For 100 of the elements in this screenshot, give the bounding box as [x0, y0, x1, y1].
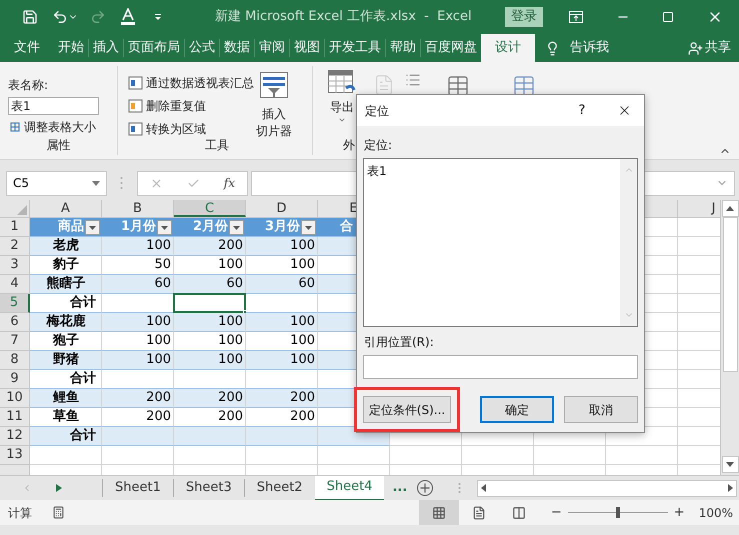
lightbulb-icon: [545, 40, 560, 56]
filter-dropdown-icon[interactable]: [301, 220, 316, 234]
zoom-in-button[interactable]: +: [674, 502, 685, 522]
sheet-tab[interactable]: Sheet4: [314, 476, 384, 500]
dialog-button[interactable]: 确定: [480, 396, 554, 423]
ribbon-tab[interactable]: 审阅: [255, 34, 289, 62]
row-header[interactable]: 13: [0, 446, 30, 465]
ribbon-tab[interactable]: 插入: [89, 34, 123, 62]
tool-command[interactable]: 删除重复值: [128, 97, 254, 115]
column-header[interactable]: D: [246, 200, 318, 217]
scroll-down-icon[interactable]: [726, 462, 734, 467]
save-icon[interactable]: [22, 9, 38, 25]
maximize-icon[interactable]: [662, 11, 674, 23]
scroll-up-icon[interactable]: [726, 206, 734, 211]
insert-slicer-button[interactable]: 插入 切片器: [256, 72, 292, 140]
row-header[interactable]: 4: [0, 275, 30, 294]
row-header[interactable]: 3: [0, 256, 30, 275]
column-header[interactable]: A: [30, 200, 102, 217]
redo-icon: [90, 9, 106, 25]
row-header[interactable]: 1: [0, 218, 30, 237]
row-header[interactable]: 6: [0, 313, 30, 332]
row-header[interactable]: 10: [0, 389, 30, 408]
table-cell: 豹子: [30, 256, 102, 275]
command-label: 删除重复值: [146, 98, 206, 115]
ribbon-tab[interactable]: 视图: [290, 34, 324, 62]
grip-icon[interactable]: [120, 176, 123, 190]
header-cell-text: 1月份: [120, 218, 156, 236]
row-header[interactable]: 5: [0, 294, 30, 313]
ribbon-tab[interactable]: 公式: [185, 34, 219, 62]
zoom-percent[interactable]: 100%: [698, 504, 733, 522]
ribbon-tab[interactable]: 数据: [220, 34, 254, 62]
column-header[interactable]: C: [174, 200, 246, 217]
resize-label: 调整表格大小: [24, 119, 96, 136]
add-sheet-icon[interactable]: [417, 480, 434, 496]
grid-icon: [432, 506, 446, 520]
zoom-out-button[interactable]: −: [550, 502, 562, 522]
mode-status: 计算: [8, 504, 32, 522]
ribbon-tab[interactable]: 文件: [8, 34, 54, 62]
help-button[interactable]: ?: [572, 100, 592, 120]
goto-list[interactable]: 表1: [363, 158, 638, 327]
table-cell: 100: [246, 256, 318, 275]
font-color-icon[interactable]: [120, 8, 136, 26]
table-cell: 50: [102, 256, 174, 275]
filter-dropdown-icon[interactable]: [229, 220, 244, 234]
header-cell-text: 商品: [58, 218, 84, 236]
view-button[interactable]: [418, 500, 459, 525]
table-cell: 老虎: [30, 237, 102, 256]
sheet-tab[interactable]: Sheet1: [103, 476, 173, 500]
dialog-button[interactable]: 取消: [564, 396, 638, 423]
command-icon: [128, 99, 143, 113]
filter-dropdown-icon[interactable]: [157, 220, 172, 234]
table-cell: 100: [246, 237, 318, 256]
horizontal-scrollbar[interactable]: [477, 480, 738, 496]
ribbon-tab[interactable]: 页面布局: [124, 34, 184, 62]
undo-icon[interactable]: [52, 9, 68, 25]
ribbon-tab[interactable]: 设计: [481, 34, 535, 62]
name-box[interactable]: C5: [6, 170, 107, 196]
reference-field[interactable]: [363, 354, 638, 379]
customize-icon[interactable]: [154, 13, 162, 21]
tool-command[interactable]: 通过数据透视表汇总: [128, 74, 254, 92]
table-cell: 熊瞎子: [30, 275, 102, 294]
ribbon-tab[interactable]: 帮助: [386, 34, 420, 62]
row-header[interactable]: 2: [0, 237, 30, 256]
row-header[interactable]: 12: [0, 427, 30, 446]
grip-icon[interactable]: [458, 482, 462, 494]
filter-dropdown-icon[interactable]: [85, 220, 100, 234]
ribbon-tab[interactable]: 开始: [54, 34, 88, 62]
more-sheets-button[interactable]: ...: [392, 478, 408, 498]
export-button[interactable]: 导出: [328, 70, 356, 124]
list-item[interactable]: 表1: [367, 162, 387, 180]
row-header[interactable]: 11: [0, 408, 30, 427]
macro-icon[interactable]: [52, 506, 65, 519]
vertical-scrollbar[interactable]: [720, 200, 739, 475]
sheet-tab[interactable]: Sheet2: [244, 476, 315, 500]
tool-command[interactable]: 转换为区域: [128, 120, 254, 138]
resize-table-button[interactable]: 调整表格大小: [8, 118, 117, 136]
signin-button[interactable]: 登录: [505, 7, 543, 27]
insert-function-button[interactable]: fx: [224, 174, 236, 192]
ribbon-display-icon[interactable]: [569, 11, 583, 23]
tell-me-button[interactable]: 告诉我: [570, 34, 609, 62]
share-button[interactable]: 共享: [688, 34, 731, 62]
row-header[interactable]: 8: [0, 351, 30, 370]
ribbon-tab[interactable]: 开发工具: [325, 34, 385, 62]
table-cell: 100: [102, 237, 174, 256]
command-label: 转换为区域: [146, 121, 206, 138]
table-cell: 100: [174, 332, 246, 351]
ribbon-tab[interactable]: 百度网盘: [421, 34, 481, 62]
next-sheet-icon[interactable]: [56, 484, 62, 492]
table-cell: [102, 427, 174, 446]
row-header[interactable]: 9: [0, 370, 30, 389]
sheet-tab[interactable]: Sheet3: [174, 476, 244, 500]
table-cell: 200: [174, 389, 246, 408]
zoom-slider[interactable]: [568, 507, 668, 518]
row-header[interactable]: 7: [0, 332, 30, 351]
scroll-right-icon[interactable]: [728, 484, 734, 492]
header-cell-text: 3月份: [264, 218, 300, 236]
scroll-left-icon[interactable]: [481, 484, 486, 492]
dialog-button[interactable]: 定位条件(S)...: [363, 396, 451, 423]
table-name-field[interactable]: 表1: [8, 97, 99, 115]
group-label: 工具: [205, 137, 229, 154]
